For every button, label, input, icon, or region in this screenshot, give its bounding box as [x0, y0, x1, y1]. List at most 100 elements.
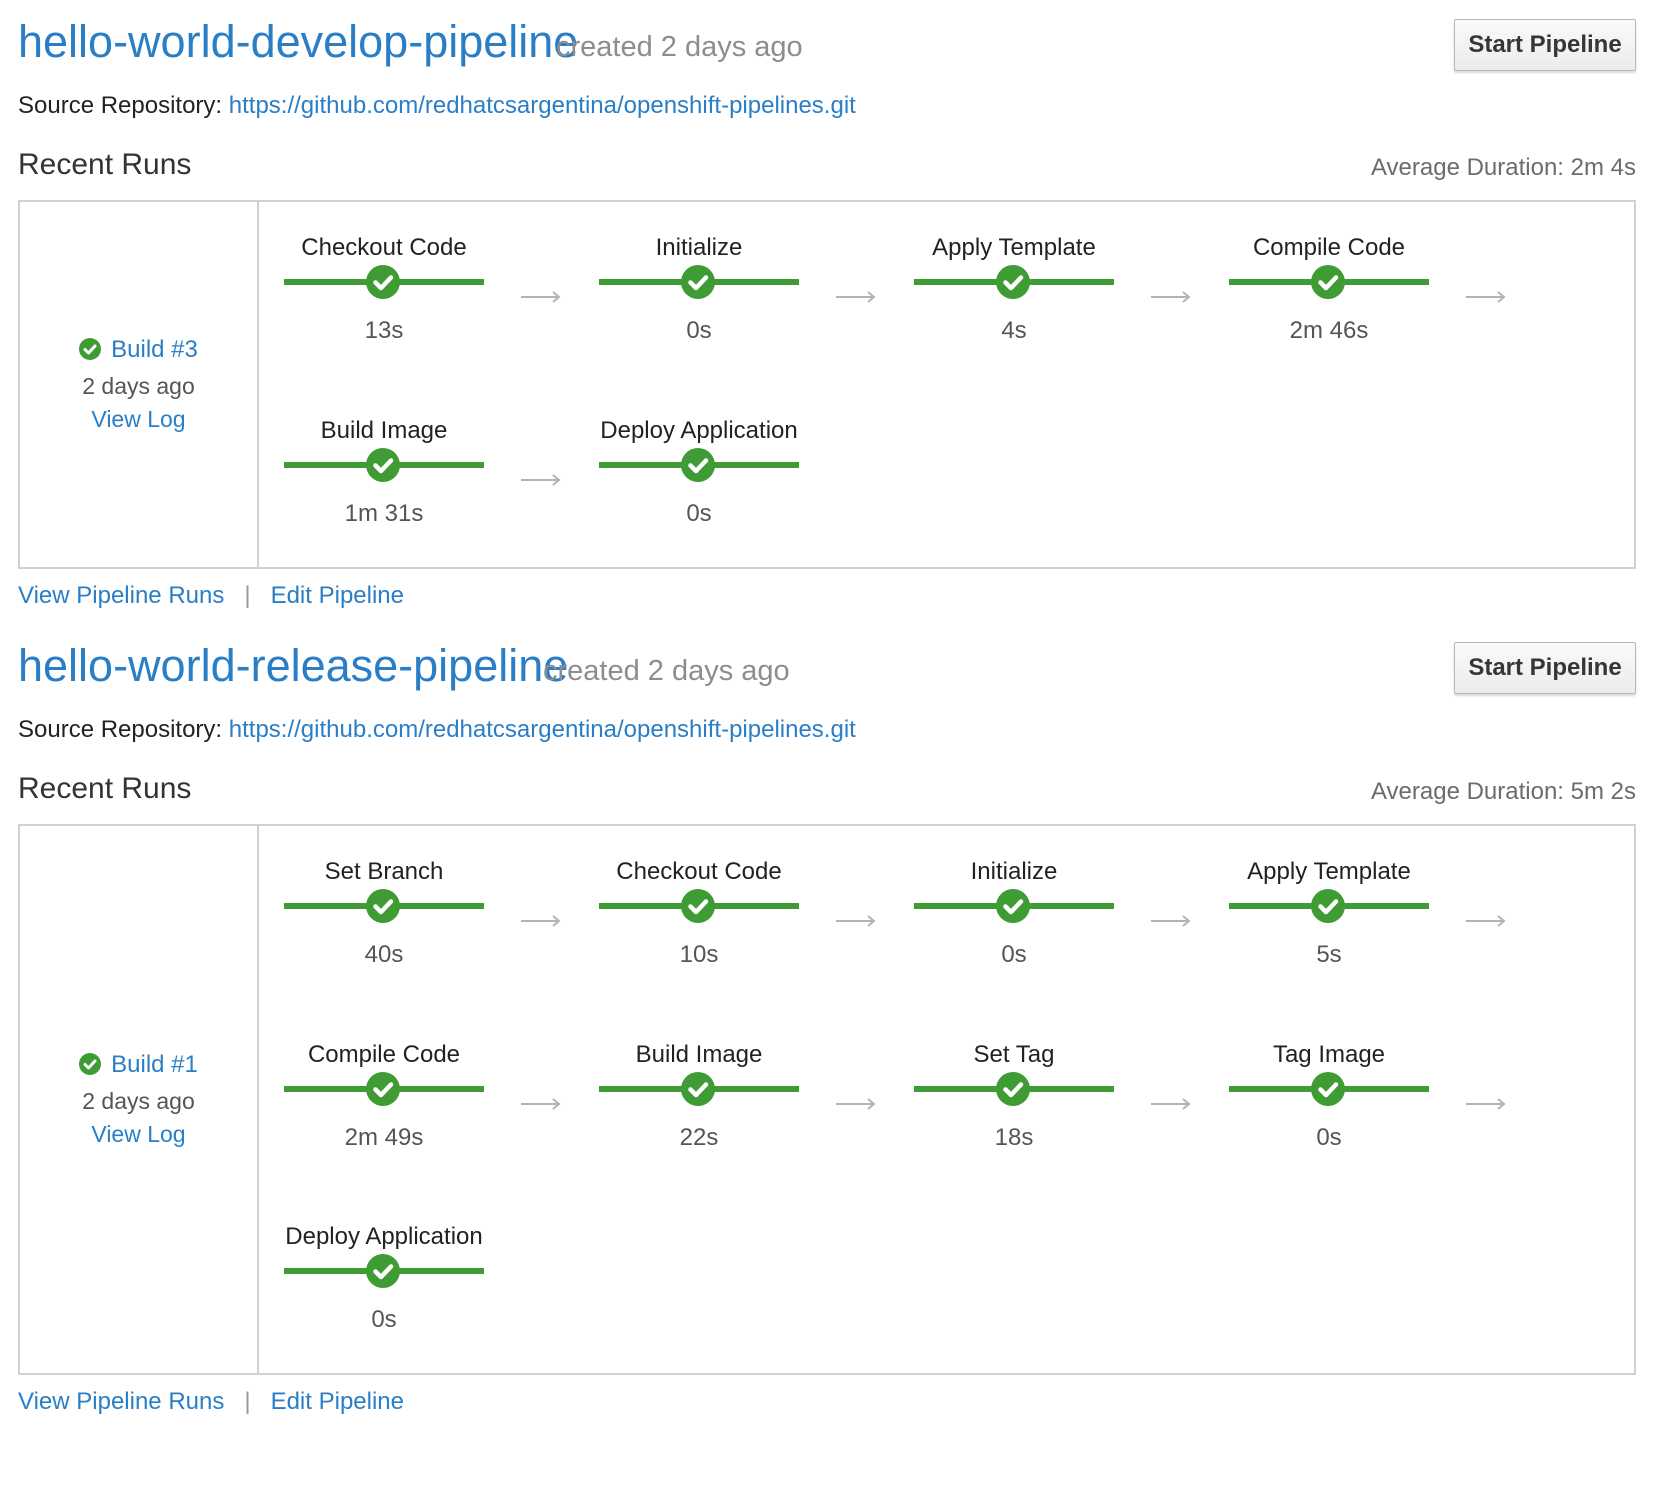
- recent-runs-heading: Recent Runs: [18, 148, 192, 181]
- arrow-right-icon: [1151, 1098, 1191, 1110]
- stage-name: Apply Template: [932, 234, 1096, 261]
- stage-name: Set Tag: [973, 1041, 1055, 1068]
- stage: Build Image 22s: [599, 1039, 799, 1169]
- stage: Tag Image 0s: [1229, 1039, 1429, 1169]
- check-circle-icon[interactable]: [366, 448, 400, 482]
- stage: Checkout Code 13s: [284, 232, 484, 362]
- average-duration: Average Duration: 2m 4s: [1370, 154, 1636, 181]
- build-title: Build #1: [20, 1047, 257, 1083]
- arrow-right-icon: [521, 291, 561, 303]
- stage-name: Checkout Code: [616, 858, 782, 885]
- stage-duration: 2m 46s: [1289, 317, 1369, 344]
- recent-runs-panel: Build #3 2 days ago View Log Checkout Co…: [18, 200, 1636, 569]
- build-link[interactable]: Build #3: [111, 336, 198, 363]
- stage: Apply Template 5s: [1229, 856, 1429, 986]
- stage-duration: 1m 31s: [344, 500, 424, 527]
- source-repository: Source Repository: https://github.com/re…: [18, 714, 856, 746]
- build-info: Build #1 2 days ago View Log: [20, 1047, 257, 1149]
- arrow-right-icon: [1151, 291, 1191, 303]
- check-circle-icon[interactable]: [996, 1072, 1030, 1106]
- start-pipeline-button[interactable]: Start Pipeline: [1454, 642, 1636, 694]
- build-info: Build #3 2 days ago View Log: [20, 332, 257, 434]
- arrow-right-icon: [1466, 1098, 1506, 1110]
- check-circle-icon[interactable]: [1311, 1072, 1345, 1106]
- check-circle-icon[interactable]: [366, 889, 400, 923]
- check-circle-icon[interactable]: [996, 889, 1030, 923]
- stage-duration: 2m 49s: [344, 1124, 424, 1151]
- stage: Deploy Application 0s: [284, 1221, 484, 1351]
- stage-duration: 22s: [679, 1124, 719, 1151]
- stage: Initialize 0s: [599, 232, 799, 362]
- stage-name: Set Branch: [324, 858, 444, 885]
- build-date: 2 days ago: [82, 373, 195, 399]
- build-link[interactable]: Build #1: [111, 1051, 198, 1078]
- arrow-right-icon: [836, 1098, 876, 1110]
- pipeline-footer-links: View Pipeline Runs | Edit Pipeline: [18, 580, 404, 612]
- start-pipeline-button[interactable]: Start Pipeline: [1454, 19, 1636, 71]
- stage-name: Checkout Code: [301, 234, 467, 261]
- arrow-right-icon: [521, 915, 561, 927]
- stage-duration: 13s: [364, 317, 404, 344]
- view-pipeline-runs-link[interactable]: View Pipeline Runs: [18, 1388, 224, 1415]
- build-title: Build #3: [20, 332, 257, 368]
- footer-separator: |: [244, 1388, 251, 1415]
- stage: Deploy Application 0s: [599, 415, 799, 545]
- check-circle-icon[interactable]: [681, 265, 715, 299]
- stage: Apply Template 4s: [914, 232, 1114, 362]
- view-log-link[interactable]: View Log: [91, 406, 185, 432]
- stage: Compile Code 2m 46s: [1229, 232, 1429, 362]
- arrow-right-icon: [836, 915, 876, 927]
- pipeline-develop: hello-world-develop-pipeline created 2 d…: [18, 12, 1636, 609]
- check-circle-icon: [79, 338, 102, 360]
- stage-duration: 0s: [371, 1306, 397, 1333]
- stage: Set Branch 40s: [284, 856, 484, 986]
- footer-separator: |: [244, 582, 251, 609]
- check-circle-icon[interactable]: [366, 265, 400, 299]
- view-log-link[interactable]: View Log: [91, 1121, 185, 1147]
- stage-name: Tag Image: [1272, 1041, 1386, 1068]
- stage-name: Build Image: [320, 417, 448, 444]
- check-circle-icon[interactable]: [366, 1254, 400, 1288]
- source-repository-link[interactable]: https://github.com/redhatcsargentina/ope…: [229, 92, 856, 119]
- source-repository-label: Source Repository:: [18, 92, 223, 119]
- arrow-right-icon: [836, 291, 876, 303]
- recent-runs-heading: Recent Runs: [18, 772, 192, 805]
- check-circle-icon[interactable]: [681, 448, 715, 482]
- stage: Initialize 0s: [914, 856, 1114, 986]
- edit-pipeline-link[interactable]: Edit Pipeline: [271, 582, 404, 609]
- arrow-right-icon: [1466, 291, 1506, 303]
- stage-name: Initialize: [970, 858, 1058, 885]
- check-circle-icon: [79, 1053, 102, 1075]
- stage-duration: 0s: [686, 317, 712, 344]
- check-circle-icon[interactable]: [681, 1072, 715, 1106]
- average-duration: Average Duration: 5m 2s: [1370, 778, 1636, 805]
- stage: Set Tag 18s: [914, 1039, 1114, 1169]
- source-repository-link[interactable]: https://github.com/redhatcsargentina/ope…: [229, 716, 856, 743]
- check-circle-icon[interactable]: [1311, 889, 1345, 923]
- build-column: Build #3 2 days ago View Log: [20, 202, 259, 567]
- stage-name: Compile Code: [1252, 234, 1406, 261]
- pipeline-name-link[interactable]: hello-world-develop-pipeline: [18, 12, 578, 72]
- arrow-right-icon: [521, 1098, 561, 1110]
- arrow-right-icon: [521, 474, 561, 486]
- check-circle-icon[interactable]: [366, 1072, 400, 1106]
- edit-pipeline-link[interactable]: Edit Pipeline: [271, 1388, 404, 1415]
- stage: Compile Code 2m 49s: [284, 1039, 484, 1169]
- check-circle-icon[interactable]: [681, 889, 715, 923]
- stage-name: Initialize: [655, 234, 743, 261]
- stage-name: Apply Template: [1247, 858, 1411, 885]
- pipeline-release: hello-world-release-pipeline created 2 d…: [18, 636, 1636, 1415]
- view-pipeline-runs-link[interactable]: View Pipeline Runs: [18, 582, 224, 609]
- check-circle-icon[interactable]: [1311, 265, 1345, 299]
- pipeline-created: created 2 days ago: [543, 655, 790, 687]
- stage-name: Deploy Application: [600, 417, 798, 444]
- pipeline-header: hello-world-develop-pipeline created 2 d…: [18, 12, 1636, 72]
- stage-duration: 4s: [1001, 317, 1027, 344]
- arrow-right-icon: [1466, 915, 1506, 927]
- stage-duration: 10s: [679, 941, 719, 968]
- stage-name: Compile Code: [307, 1041, 461, 1068]
- stage-duration: 5s: [1316, 941, 1342, 968]
- stage-duration: 0s: [686, 500, 712, 527]
- pipeline-name-link[interactable]: hello-world-release-pipeline: [18, 636, 568, 696]
- check-circle-icon[interactable]: [996, 265, 1030, 299]
